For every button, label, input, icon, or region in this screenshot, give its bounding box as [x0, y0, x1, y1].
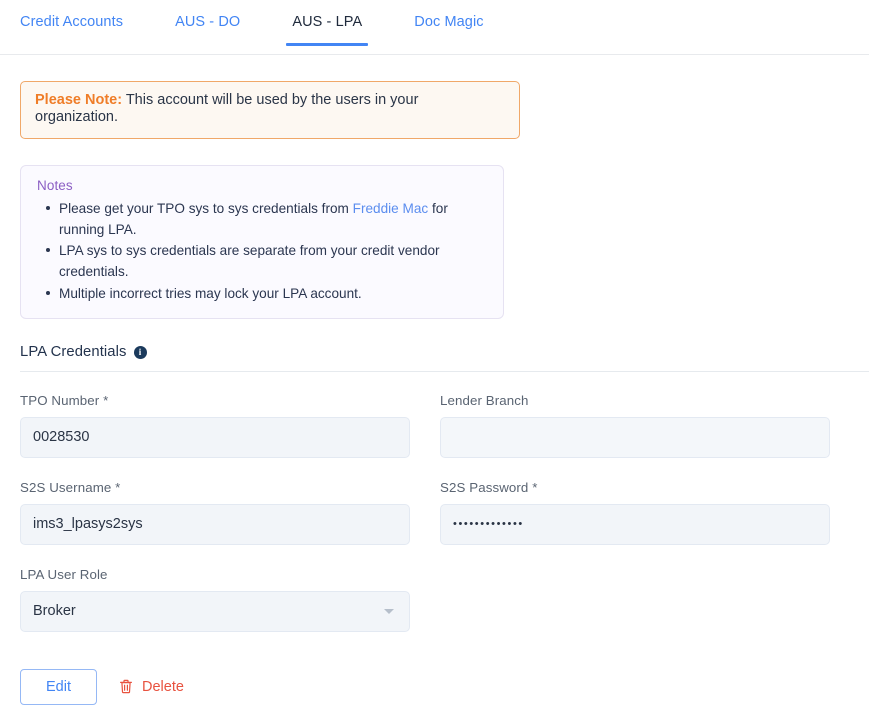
- section-header: LPA Credentials i: [20, 344, 869, 372]
- delete-button-label: Delete: [142, 678, 184, 695]
- field-s2s-username: S2S Username * ims3_lpasys2sys: [20, 480, 410, 545]
- form-actions: Edit Delete: [20, 668, 849, 705]
- please-note-banner: Please Note: This account will be used b…: [20, 81, 520, 139]
- tab-doc-magic[interactable]: Doc Magic: [414, 0, 483, 46]
- lender-branch-label: Lender Branch: [440, 392, 529, 408]
- field-lpa-user-role: LPA User Role Broker: [20, 567, 410, 632]
- form-row: TPO Number * 0028530 Lender Branch: [20, 393, 849, 458]
- chevron-down-icon: [384, 608, 394, 614]
- tpo-number-input[interactable]: 0028530: [20, 416, 410, 458]
- delete-button[interactable]: Delete: [119, 679, 184, 695]
- info-icon[interactable]: i: [133, 346, 147, 360]
- field-s2s-password: S2S Password * •••••••••••••: [440, 480, 830, 545]
- s2s-password-label: S2S Password *: [440, 479, 538, 495]
- tab-credit-accounts[interactable]: Credit Accounts: [20, 0, 123, 46]
- form-row: LPA User Role Broker: [20, 567, 849, 632]
- freddie-mac-link[interactable]: Freddie Mac: [353, 201, 429, 216]
- s2s-username-label: S2S Username *: [20, 479, 121, 495]
- notes-list: Please get your TPO sys to sys credentia…: [37, 198, 487, 304]
- list-item: Please get your TPO sys to sys credentia…: [46, 198, 487, 240]
- lender-branch-input[interactable]: [440, 416, 830, 458]
- field-lender-branch: Lender Branch: [440, 393, 830, 458]
- list-item: LPA sys to sys credentials are separate …: [46, 240, 487, 282]
- tab-bar: Credit Accounts AUS - DO AUS - LPA Doc M…: [0, 0, 869, 55]
- trash-icon: [120, 680, 132, 694]
- s2s-password-input[interactable]: •••••••••••••: [440, 503, 830, 545]
- lpa-user-role-label: LPA User Role: [20, 566, 108, 582]
- notes-title: Notes: [37, 177, 73, 193]
- alert-prefix: Please Note:: [35, 92, 123, 108]
- password-mask: •••••••••••••: [453, 518, 524, 531]
- notes-panel: Notes Please get your TPO sys to sys cre…: [20, 164, 504, 319]
- form-row: S2S Username * ims3_lpasys2sys S2S Passw…: [20, 480, 849, 545]
- tab-aus-lpa[interactable]: AUS - LPA: [286, 0, 369, 46]
- note-text-before: Please get your TPO sys to sys credentia…: [59, 200, 353, 216]
- lpa-user-role-select[interactable]: Broker: [20, 590, 410, 632]
- tpo-number-label: TPO Number *: [20, 392, 109, 408]
- page-title: LPA Credentials: [20, 343, 127, 360]
- edit-button[interactable]: Edit: [20, 668, 97, 705]
- lpa-credentials-form: TPO Number * 0028530 Lender Branch S2S U…: [20, 393, 849, 632]
- list-item: Multiple incorrect tries may lock your L…: [46, 283, 487, 304]
- field-tpo-number: TPO Number * 0028530: [20, 393, 410, 458]
- lpa-user-role-value: Broker: [33, 603, 76, 620]
- note-text-before: LPA sys to sys credentials are separate …: [59, 243, 440, 280]
- s2s-username-input[interactable]: ims3_lpasys2sys: [20, 503, 410, 545]
- page-content: Please Note: This account will be used b…: [0, 55, 869, 705]
- tab-aus-do[interactable]: AUS - DO: [175, 0, 240, 46]
- note-text-before: Multiple incorrect tries may lock your L…: [59, 285, 362, 301]
